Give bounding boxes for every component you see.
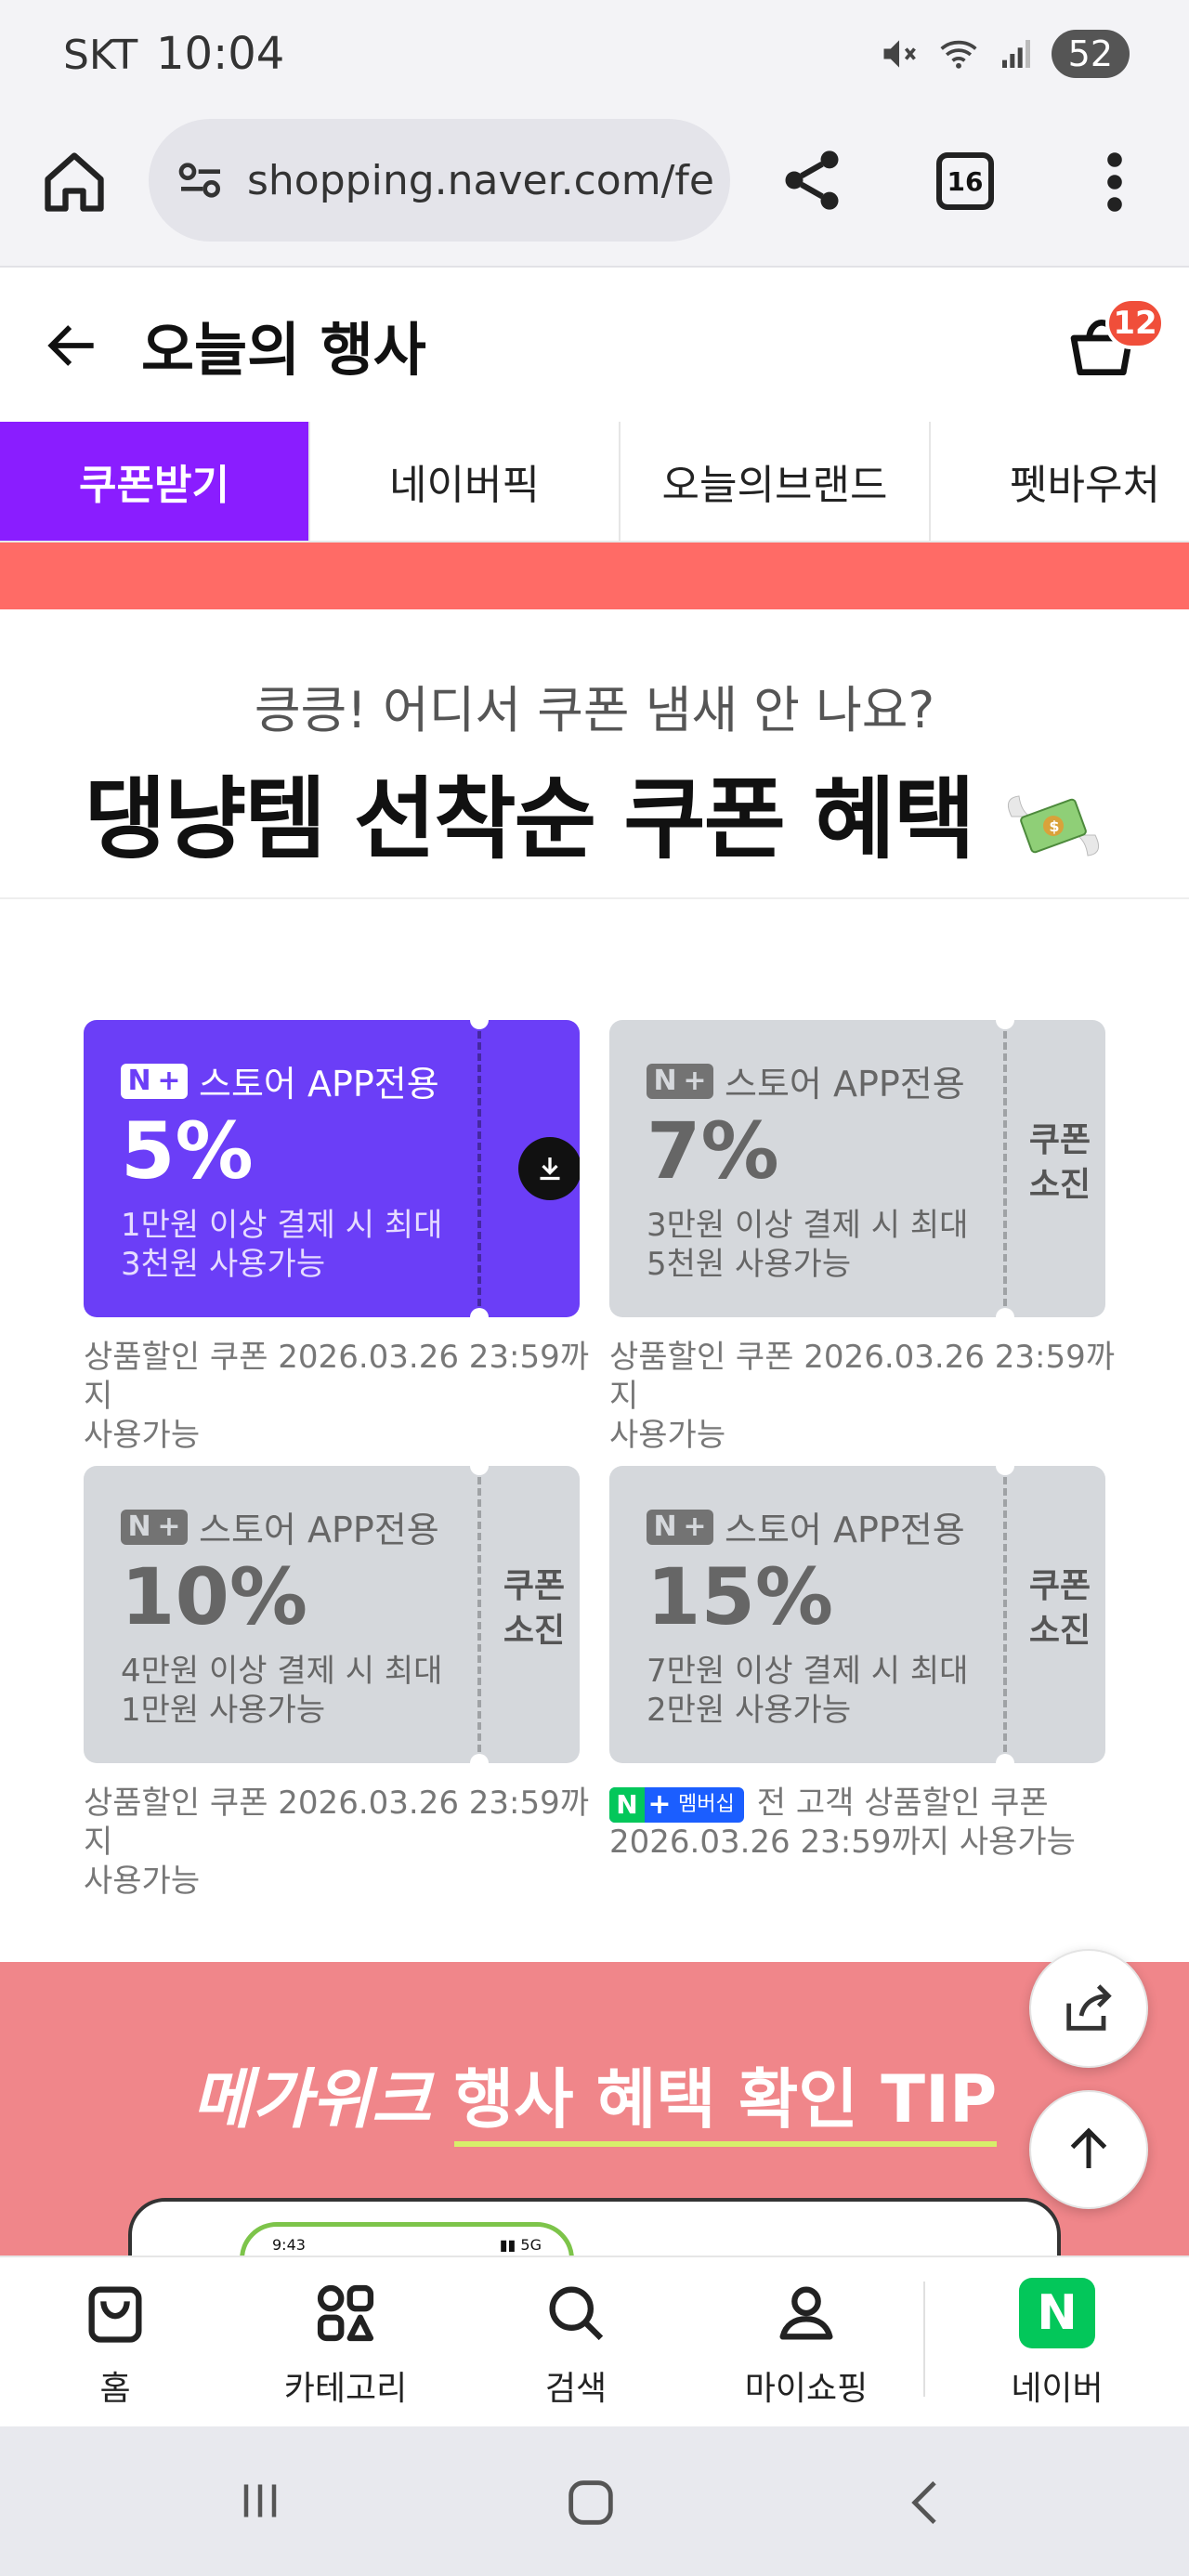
coupon-rate: 7% — [647, 1105, 779, 1196]
coupon-download-button[interactable] — [518, 1137, 580, 1200]
share-fab-button[interactable] — [1029, 1949, 1148, 2068]
coupon-note: 상품할인 쿠폰 2026.03.26 23:59까지 사용가능 — [84, 1785, 590, 1900]
coupon-note: 상품할인 쿠폰 2026.03.26 23:59까지 사용가능 — [84, 1339, 590, 1454]
coupon-note: 상품할인 쿠폰 2026.03.26 23:59까지 사용가능 — [609, 1339, 1116, 1454]
coupon-brand: 스토어 APP전용 — [199, 1510, 439, 1550]
tab-todays-brand[interactable]: 오늘의브랜드 — [621, 422, 931, 541]
nav-my-shopping[interactable]: 마이쇼핑 — [713, 2278, 899, 2410]
flying-money-icon: $ — [1008, 795, 1100, 856]
category-grid-icon — [317, 2284, 374, 2342]
naver-plus-badge: N + — [121, 1063, 188, 1099]
coupon-brand: 스토어 APP전용 — [725, 1510, 965, 1550]
hero-title: 댕냥템 선착순 쿠폰 혜택 — [84, 767, 975, 871]
carrier-label: SKT — [63, 32, 138, 79]
coupon-max-discount: 1만원 사용가능 — [121, 1692, 326, 1729]
naver-logo-icon: N — [1019, 2278, 1095, 2348]
bottom-navigation: 홈 카테고리 검색 마이쇼핑 N 네이버 — [0, 2256, 1189, 2426]
share-icon[interactable] — [777, 145, 847, 216]
url-bar[interactable]: shopping.naver.com/fe — [149, 119, 730, 242]
naver-plus-badge: N + — [647, 1509, 713, 1545]
hero-subtitle: 킁킁! 어디서 쿠폰 냄새 안 나요? — [254, 681, 935, 739]
back-button-icon[interactable] — [897, 2473, 957, 2532]
coupon-card-15pct: N + 스토어 APP전용 15% 7만원 이상 결제 시 최대 2만원 사용가능… — [609, 1466, 1105, 1763]
phone-illustration: 9:43 ▮▮ 5G — [128, 2198, 1061, 2256]
battery-indicator: 52 — [1051, 30, 1130, 78]
coupon-max-discount: 2만원 사용가능 — [647, 1692, 852, 1729]
coupon-brand: 스토어 APP전용 — [199, 1064, 439, 1105]
back-arrow-icon[interactable] — [41, 314, 104, 377]
coupon-brand: 스토어 APP전용 — [725, 1064, 965, 1105]
naver-plus-badge: N + — [647, 1063, 713, 1099]
coupon-hero: 킁킁! 어디서 쿠폰 냄새 안 나요? 댕냥템 선착순 쿠폰 혜택 $ — [0, 609, 1189, 899]
tab-naver-pick[interactable]: 네이버픽 — [310, 422, 621, 541]
recent-apps-icon[interactable] — [230, 2473, 290, 2529]
person-icon — [779, 2286, 833, 2340]
more-menu-icon[interactable] — [1096, 149, 1133, 216]
tab-pet-voucher[interactable]: 펫바우처 — [931, 422, 1189, 541]
tab-count: 16 — [947, 165, 984, 197]
coupon-soldout-label: 쿠폰 소진 — [1028, 1121, 1091, 1204]
browser-toolbar: shopping.naver.com/fe 16 — [0, 111, 1189, 268]
coupon-note: N + 멤버십 전 고객 상품할인 쿠폰 2026.03.26 23:59까지 사용… — [609, 1785, 1076, 1861]
arrow-up-icon — [1070, 2127, 1107, 2168]
wifi-icon — [940, 40, 977, 69]
shopping-bag-icon — [88, 2286, 142, 2343]
coupon-condition: 3만원 이상 결제 시 최대 — [647, 1207, 969, 1244]
naver-plus-badge: N + — [121, 1509, 188, 1545]
site-settings-icon[interactable] — [175, 154, 227, 206]
coupon-soldout-label: 쿠폰 소진 — [503, 1567, 566, 1650]
coupon-rate: 5% — [121, 1105, 254, 1196]
coupon-condition: 7만원 이상 결제 시 최대 — [647, 1653, 969, 1690]
system-navigation-bar — [0, 2426, 1189, 2576]
naver-plus-membership-badge: N + 멤버십 — [609, 1786, 744, 1823]
coupon-card-7pct: N + 스토어 APP전용 7% 3만원 이상 결제 시 최대 5천원 사용가능 … — [609, 1020, 1105, 1317]
event-tabs: 쿠폰받기 네이버픽 오늘의브랜드 펫바우처 — [0, 422, 1189, 543]
mute-icon — [883, 40, 916, 68]
coupon-soldout-label: 쿠폰 소진 — [1028, 1567, 1091, 1650]
share-out-icon — [1066, 1984, 1112, 2031]
page-title: 오늘의 행사 — [141, 316, 426, 384]
url-text: shopping.naver.com/fe — [247, 156, 714, 204]
coupon-card-5pct[interactable]: N + 스토어 APP전용 5% 1만원 이상 결제 시 최대 3천원 사용가능 — [84, 1020, 580, 1317]
clock: 10:04 — [156, 28, 285, 80]
nav-category[interactable]: 카테고리 — [253, 2278, 438, 2410]
scroll-top-button[interactable] — [1029, 2090, 1148, 2209]
home-icon[interactable] — [39, 147, 110, 217]
tip-title: 메가위크 행사 혜택 확인 TIP — [0, 2047, 1189, 2147]
coupon-condition: 4만원 이상 결제 시 최대 — [121, 1653, 443, 1690]
coupon-rate: 10% — [121, 1551, 308, 1642]
coupon-condition: 1만원 이상 결제 시 최대 — [121, 1207, 443, 1244]
coupon-card-10pct: N + 스토어 APP전용 10% 4만원 이상 결제 시 최대 1만원 사용가능… — [84, 1466, 580, 1763]
tab-coupon[interactable]: 쿠폰받기 — [0, 422, 310, 541]
signal-icon — [1001, 40, 1030, 68]
nav-naver[interactable]: N 네이버 — [964, 2278, 1150, 2410]
page-header: 오늘의 행사 12 — [0, 268, 1189, 422]
home-button-icon[interactable] — [561, 2473, 621, 2532]
download-icon — [540, 1157, 560, 1181]
coupon-max-discount: 3천원 사용가능 — [121, 1246, 326, 1283]
coupon-max-discount: 5천원 사용가능 — [647, 1246, 852, 1283]
megaweek-tip-section: 메가위크 행사 혜택 확인 TIP 9:43 ▮▮ 5G — [0, 1962, 1189, 2256]
status-bar: SKT 10:04 52 — [0, 0, 1189, 111]
tab-switcher-button[interactable]: 16 — [936, 152, 994, 210]
banner-strip — [0, 543, 1189, 609]
search-icon — [549, 2286, 604, 2341]
coupon-rate: 15% — [647, 1551, 834, 1642]
cart-count-badge: 12 — [1105, 297, 1165, 349]
nav-search[interactable]: 검색 — [483, 2278, 669, 2410]
nav-home[interactable]: 홈 — [22, 2278, 208, 2410]
